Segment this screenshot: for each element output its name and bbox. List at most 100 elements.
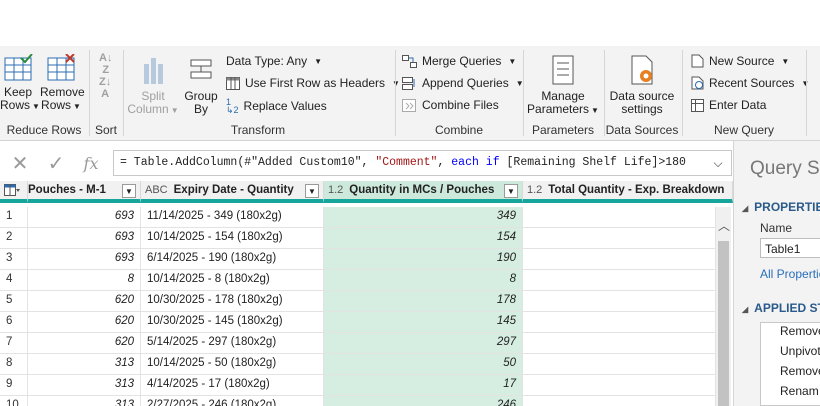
row-number[interactable]: 8	[0, 354, 28, 375]
table-row[interactable]: 9 313 4/14/2025 - 17 (180x2g) 17	[0, 375, 716, 396]
row-number[interactable]: 7	[0, 333, 28, 354]
decimal-type-icon[interactable]: 1.2	[328, 184, 343, 196]
cell-pouches-m1[interactable]: 313	[28, 354, 141, 375]
row-number[interactable]: 6	[0, 312, 28, 333]
properties-section-header[interactable]: ◢ PROPERTIES	[742, 200, 820, 214]
column-header-pouches-m1[interactable]: Pouches - M-1 ▼	[28, 181, 141, 203]
applied-steps-section-header[interactable]: ◢ APPLIED ST	[742, 301, 820, 315]
applied-step[interactable]: Remove	[780, 324, 820, 338]
row-number[interactable]: 3	[0, 249, 28, 270]
cell-total-quantity[interactable]	[523, 354, 716, 375]
cell-pouches-m1[interactable]: 693	[28, 207, 141, 228]
cell-expiry-date[interactable]: 10/30/2025 - 145 (180x2g)	[141, 312, 324, 333]
cell-expiry-date[interactable]: 4/14/2025 - 17 (180x2g)	[141, 375, 324, 396]
cell-pouches-m1[interactable]: 313	[28, 375, 141, 396]
formula-input[interactable]: = Table.AddColumn(#"Added Custom10", "Co…	[113, 150, 732, 176]
cell-expiry-date[interactable]: 5/14/2025 - 297 (180x2g)	[141, 333, 324, 354]
table-menu-button[interactable]	[0, 181, 28, 203]
applied-step[interactable]: Unpivot	[780, 344, 820, 358]
row-number[interactable]: 4	[0, 270, 28, 291]
row-number[interactable]: 9	[0, 375, 28, 396]
data-source-settings-button[interactable]: Data source settings	[605, 54, 679, 116]
collapse-icon[interactable]: ◢	[742, 305, 748, 314]
use-first-row-button[interactable]: Use First Row as Headers ▼	[226, 76, 400, 90]
collapse-icon[interactable]: ◢	[742, 204, 748, 213]
column-filter-dropdown-icon[interactable]: ▼	[122, 184, 136, 198]
table-row[interactable]: 4 8 10/14/2025 - 8 (180x2g) 8	[0, 270, 716, 291]
text-type-icon[interactable]: ABC	[145, 184, 168, 196]
cell-expiry-date[interactable]: 10/14/2025 - 8 (180x2g)	[141, 270, 324, 291]
scrollbar-thumb[interactable]	[718, 241, 729, 406]
recent-sources-button[interactable]: Recent Sources▼	[691, 76, 809, 90]
row-number[interactable]: 10	[0, 396, 28, 406]
group-by-button[interactable]: Group By	[180, 54, 222, 116]
cell-pouches-m1[interactable]: 313	[28, 396, 141, 406]
manage-parameters-button[interactable]: Manage Parameters ▼	[526, 54, 600, 117]
enter-data-button[interactable]: Enter Data	[691, 98, 766, 112]
cell-pouches-m1[interactable]: 693	[28, 228, 141, 249]
table-row[interactable]: 7 620 5/14/2025 - 297 (180x2g) 297	[0, 333, 716, 354]
cell-quantity-mcs[interactable]: 154	[324, 228, 523, 249]
table-row[interactable]: 8 313 10/14/2025 - 50 (180x2g) 50	[0, 354, 716, 375]
cell-quantity-mcs[interactable]: 190	[324, 249, 523, 270]
cell-total-quantity[interactable]	[523, 375, 716, 396]
cell-quantity-mcs[interactable]: 8	[324, 270, 523, 291]
sort-ascending-icon[interactable]: A↓ Z	[99, 52, 112, 76]
cell-quantity-mcs[interactable]: 17	[324, 375, 523, 396]
column-header-total-quantity[interactable]: 1.2 Total Quantity - Exp. Breakdown	[523, 181, 733, 203]
replace-values-button[interactable]: 1 ↳2 Replace Values	[226, 98, 327, 115]
cell-quantity-mcs[interactable]: 178	[324, 291, 523, 312]
cell-total-quantity[interactable]	[523, 396, 716, 406]
cell-expiry-date[interactable]: 6/14/2025 - 190 (180x2g)	[141, 249, 324, 270]
cancel-formula-icon[interactable]: ✕	[8, 146, 32, 180]
cell-total-quantity[interactable]	[523, 312, 716, 333]
new-source-button[interactable]: New Source ▼	[691, 54, 789, 68]
column-header-quantity-mcs[interactable]: 1.2 Quantity in MCs / Pouches ▼	[324, 181, 523, 203]
scroll-up-icon[interactable]: ︿	[718, 217, 730, 234]
cell-pouches-m1[interactable]: 620	[28, 312, 141, 333]
merge-queries-button[interactable]: Merge Queries ▼	[402, 54, 516, 68]
applied-step[interactable]: Remove	[780, 364, 820, 378]
row-number[interactable]: 5	[0, 291, 28, 312]
column-header-expiry-date[interactable]: ABC Expiry Date - Quantity ▼	[141, 181, 324, 203]
append-queries-button[interactable]: Append Queries ▼	[402, 76, 524, 90]
cell-total-quantity[interactable]	[523, 207, 716, 228]
cell-quantity-mcs[interactable]: 246	[324, 396, 523, 406]
cell-expiry-date[interactable]: 11/14/2025 - 349 (180x2g)	[141, 207, 324, 228]
cell-pouches-m1[interactable]: 8	[28, 270, 141, 291]
cell-expiry-date[interactable]: 10/14/2025 - 154 (180x2g)	[141, 228, 324, 249]
cell-expiry-date[interactable]: 10/14/2025 - 50 (180x2g)	[141, 354, 324, 375]
combine-files-button[interactable]: Combine Files	[402, 98, 499, 112]
cell-pouches-m1[interactable]: 620	[28, 333, 141, 354]
row-number[interactable]: 1	[0, 207, 28, 228]
remove-rows-button[interactable]: Remove Rows ▼	[40, 54, 85, 113]
cell-quantity-mcs[interactable]: 297	[324, 333, 523, 354]
decimal-type-icon[interactable]: 1.2	[527, 184, 542, 196]
cell-total-quantity[interactable]	[523, 228, 716, 249]
cell-quantity-mcs[interactable]: 145	[324, 312, 523, 333]
row-number[interactable]: 2	[0, 228, 28, 249]
cell-total-quantity[interactable]	[523, 249, 716, 270]
cell-quantity-mcs[interactable]: 50	[324, 354, 523, 375]
keep-rows-button[interactable]: Keep Rows ▼	[0, 54, 40, 113]
cell-total-quantity[interactable]	[523, 270, 716, 291]
vertical-scrollbar[interactable]: ︿	[716, 207, 731, 406]
cell-total-quantity[interactable]	[523, 291, 716, 312]
cell-total-quantity[interactable]	[523, 333, 716, 354]
query-name-input[interactable]: Table1	[760, 238, 820, 258]
applied-step[interactable]: Renam	[780, 384, 819, 398]
cell-expiry-date[interactable]: 10/30/2025 - 178 (180x2g)	[141, 291, 324, 312]
cell-quantity-mcs[interactable]: 349	[324, 207, 523, 228]
sort-descending-icon[interactable]: Z↓ A	[99, 76, 111, 100]
table-row[interactable]: 6 620 10/30/2025 - 145 (180x2g) 145	[0, 312, 716, 333]
cell-pouches-m1[interactable]: 620	[28, 291, 141, 312]
column-filter-dropdown-icon[interactable]: ▼	[305, 184, 319, 198]
insert-function-icon[interactable]: fx	[78, 146, 104, 180]
table-row[interactable]: 2 693 10/14/2025 - 154 (180x2g) 154	[0, 228, 716, 249]
split-column-button[interactable]: Split Column ▼	[124, 54, 182, 117]
cell-expiry-date[interactable]: 2/27/2025 - 246 (180x2g)	[141, 396, 324, 406]
table-row[interactable]: 1 693 11/14/2025 - 349 (180x2g) 349	[0, 207, 716, 228]
commit-formula-icon[interactable]: ✓	[44, 146, 68, 180]
cell-pouches-m1[interactable]: 693	[28, 249, 141, 270]
table-row[interactable]: 5 620 10/30/2025 - 178 (180x2g) 178	[0, 291, 716, 312]
